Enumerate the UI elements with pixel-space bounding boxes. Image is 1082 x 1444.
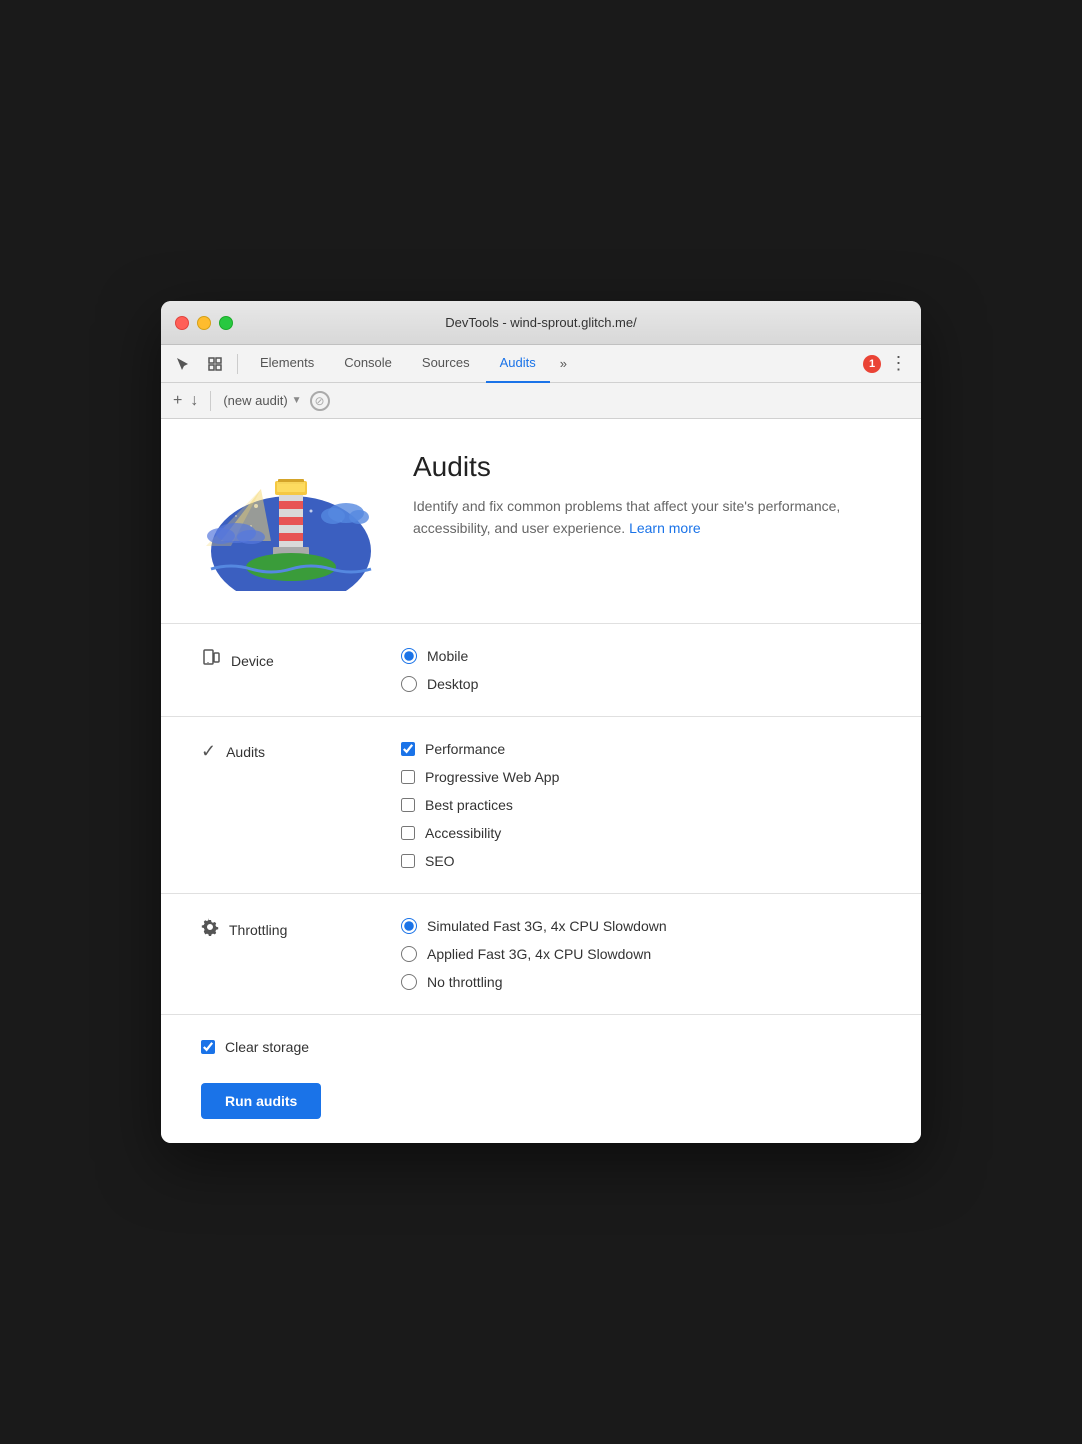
tab-more[interactable]: » xyxy=(552,352,575,375)
audits-section: ✓ Audits Performance Progressive Web App… xyxy=(161,717,921,894)
tab-audits[interactable]: Audits xyxy=(486,345,550,383)
device-options: Mobile Desktop xyxy=(401,648,881,692)
throttling-simulated-radio[interactable] xyxy=(401,918,417,934)
inspect-icon[interactable] xyxy=(201,350,229,378)
audit-seo-option[interactable]: SEO xyxy=(401,853,881,869)
audit-best-practices-checkbox[interactable] xyxy=(401,798,415,812)
audit-accessibility-checkbox[interactable] xyxy=(401,826,415,840)
chevron-down-icon: ▼ xyxy=(292,395,302,406)
plus-icon[interactable]: + xyxy=(173,392,182,410)
device-desktop-option[interactable]: Desktop xyxy=(401,676,881,692)
throttling-none-radio[interactable] xyxy=(401,974,417,990)
hero-description: Identify and fix common problems that af… xyxy=(413,495,881,540)
title-bar: DevTools - wind-sprout.glitch.me/ xyxy=(161,301,921,345)
bottom-section: Clear storage Run audits xyxy=(161,1015,921,1143)
audits-label: ✓ Audits xyxy=(201,741,361,762)
throttling-simulated-option[interactable]: Simulated Fast 3G, 4x CPU Slowdown xyxy=(401,918,881,934)
error-icon: 1 xyxy=(863,355,881,373)
throttling-label: Throttling xyxy=(201,918,361,941)
tab-nav: Elements Console Sources Audits » xyxy=(246,345,575,383)
tab-sources[interactable]: Sources xyxy=(408,345,484,383)
sec-divider xyxy=(210,391,211,411)
checkmark-icon: ✓ xyxy=(201,741,216,762)
hero-text: Audits Identify and fix common problems … xyxy=(413,451,881,540)
secondary-toolbar: + ↓ (new audit) ▼ ⊘ xyxy=(161,383,921,419)
throttling-applied-option[interactable]: Applied Fast 3G, 4x CPU Slowdown xyxy=(401,946,881,962)
audit-best-practices-option[interactable]: Best practices xyxy=(401,797,881,813)
main-content: Audits Identify and fix common problems … xyxy=(161,419,921,1143)
audit-performance-option[interactable]: Performance xyxy=(401,741,881,757)
device-label: Device xyxy=(201,648,361,673)
device-mobile-option[interactable]: Mobile xyxy=(401,648,881,664)
kebab-menu[interactable]: ⋮ xyxy=(885,350,913,378)
throttling-applied-radio[interactable] xyxy=(401,946,417,962)
minimize-button[interactable] xyxy=(197,316,211,330)
hero-title: Audits xyxy=(413,451,881,483)
audit-seo-checkbox[interactable] xyxy=(401,854,415,868)
error-badge: 1 xyxy=(863,355,881,373)
throttling-none-option[interactable]: No throttling xyxy=(401,974,881,990)
gear-icon xyxy=(201,918,219,941)
maximize-button[interactable] xyxy=(219,316,233,330)
device-desktop-radio[interactable] xyxy=(401,676,417,692)
toolbar-divider xyxy=(237,354,238,374)
clear-storage-option[interactable]: Clear storage xyxy=(201,1039,881,1055)
close-button[interactable] xyxy=(175,316,189,330)
cursor-icon[interactable] xyxy=(169,350,197,378)
audit-performance-checkbox[interactable] xyxy=(401,742,415,756)
download-icon[interactable]: ↓ xyxy=(190,392,198,410)
lighthouse-illustration xyxy=(201,451,381,591)
hero-section: Audits Identify and fix common problems … xyxy=(161,419,921,624)
window-title: DevTools - wind-sprout.glitch.me/ xyxy=(445,315,636,330)
run-audits-button[interactable]: Run audits xyxy=(201,1083,321,1119)
devtools-window: DevTools - wind-sprout.glitch.me/ Elemen… xyxy=(161,301,921,1143)
device-icon xyxy=(201,648,221,673)
clear-storage-checkbox[interactable] xyxy=(201,1040,215,1054)
throttling-options: Simulated Fast 3G, 4x CPU Slowdown Appli… xyxy=(401,918,881,990)
tab-elements[interactable]: Elements xyxy=(246,345,328,383)
learn-more-link[interactable]: Learn more xyxy=(629,520,701,536)
tab-console[interactable]: Console xyxy=(330,345,406,383)
traffic-lights xyxy=(175,316,233,330)
audits-options: Performance Progressive Web App Best pra… xyxy=(401,741,881,869)
no-entry-icon[interactable]: ⊘ xyxy=(310,391,330,411)
devtools-toolbar: Elements Console Sources Audits » 1 ⋮ xyxy=(161,345,921,383)
audit-accessibility-option[interactable]: Accessibility xyxy=(401,825,881,841)
device-section: Device Mobile Desktop xyxy=(161,624,921,717)
throttling-section: Throttling Simulated Fast 3G, 4x CPU Slo… xyxy=(161,894,921,1015)
device-mobile-radio[interactable] xyxy=(401,648,417,664)
audit-pwa-checkbox[interactable] xyxy=(401,770,415,784)
audit-select[interactable]: (new audit) ▼ xyxy=(223,393,301,408)
audit-pwa-option[interactable]: Progressive Web App xyxy=(401,769,881,785)
